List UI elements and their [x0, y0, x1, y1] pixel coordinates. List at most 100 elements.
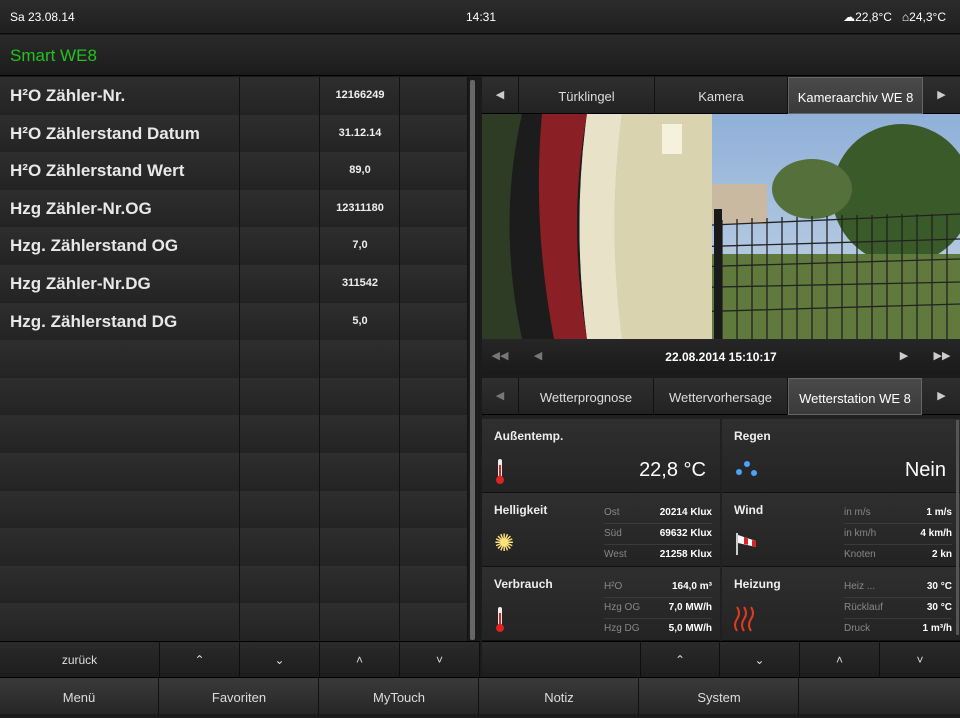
status-time: 14:31: [466, 10, 497, 24]
list-item: [0, 565, 468, 604]
tab-next-button[interactable]: ▶: [923, 77, 960, 114]
consumption-water: H²O 164,0 m³: [604, 577, 712, 598]
mytouch-button[interactable]: MyTouch: [320, 678, 479, 715]
list-item-label: Hzg Zähler-Nr.DG: [10, 274, 151, 293]
list-item[interactable]: Hzg Zähler-Nr.OG 12311180: [0, 189, 468, 228]
tab-kamera[interactable]: Kamera: [655, 77, 788, 114]
last-image-button[interactable]: ▶▶: [924, 339, 960, 374]
list-item[interactable]: Hzg. Zählerstand DG 5,0: [0, 302, 468, 341]
list-item: [0, 415, 468, 454]
rain-card: Regen Nein: [722, 419, 960, 493]
tab-tuerklingel[interactable]: Türklingel: [518, 77, 655, 114]
rain-title: Regen: [734, 429, 771, 443]
favorites-button[interactable]: Favoriten: [160, 678, 319, 715]
scroll-up-button[interactable]: ˄: [320, 642, 400, 678]
wind-kmh: in km/h 4 km/h: [844, 524, 952, 545]
notes-button[interactable]: Notiz: [480, 678, 639, 715]
chevron-right-icon: ▶: [937, 390, 946, 402]
weather-cloud-icon: ☁: [843, 10, 856, 24]
right-scroll-up-button[interactable]: ˄: [800, 642, 880, 678]
list-item[interactable]: Hzg. Zählerstand OG 7,0: [0, 227, 468, 266]
back-button[interactable]: zurück: [0, 642, 160, 678]
brightness-title: Helligkeit: [494, 503, 548, 517]
tab-wetterprognose[interactable]: Wetterprognose: [518, 378, 654, 415]
scroll-down-button[interactable]: ˅: [400, 642, 480, 678]
weather-tab-prev-button[interactable]: ◀: [482, 378, 518, 415]
windsock-icon: [734, 531, 760, 560]
heating-flow: Heiz ... 30 °C: [844, 577, 952, 598]
list-item-value: 31.12.14: [338, 126, 382, 139]
page-down-fast-button[interactable]: ⌄: [240, 642, 320, 678]
heater-icon: [734, 605, 756, 638]
wind-title: Wind: [734, 503, 764, 517]
thermometer-icon: [494, 457, 506, 490]
camera-panel: ◀ Türklingel Kamera Kameraarchiv WE 8 ▶: [482, 77, 960, 374]
status-bar: Sa 23.08.14 14:31 ☁22,8°C ⌂24,3°C: [0, 0, 960, 34]
tab-wettervorhersage[interactable]: Wettervorhersage: [654, 378, 788, 415]
list-item[interactable]: H²O Zählerstand Datum 31.12.14: [0, 114, 468, 153]
list-item: [0, 490, 468, 529]
empty-menu-slot[interactable]: [800, 678, 960, 715]
meter-list: H²O Zähler-Nr. 12166249 H²O Zählerstand Da…: [0, 77, 468, 642]
list-item: [0, 528, 468, 567]
double-chevron-down-icon: ⌄: [754, 653, 765, 667]
list-item-value: 5,0: [352, 314, 368, 327]
inside-temp: ⌂24,3°C: [901, 10, 946, 24]
camera-controls: ◀◀ ◀ 22.08.2014 15:10:17 ▶ ▶▶: [482, 339, 960, 374]
weather-panel: ◀ Wetterprognose Wettervorhersage Wetter…: [482, 378, 960, 641]
list-item-value: 12166249: [335, 89, 385, 101]
chevron-up-icon: ˄: [835, 653, 843, 667]
brightness-east: Ost 20214 Klux: [604, 503, 712, 524]
consumption-card: Verbrauch H²O 164,0 m³ Hzg OG 7,0 MW/h Hzg…: [482, 567, 720, 641]
weather-scrollbar[interactable]: [956, 420, 959, 635]
list-item: [0, 603, 468, 642]
next-image-button[interactable]: ▶: [886, 339, 922, 374]
status-temps: ☁22,8°C ⌂24,3°C: [843, 10, 946, 24]
list-item-label: Hzg. Zählerstand DG: [10, 311, 178, 331]
list-item-label: H²O Zähler-Nr.: [10, 86, 126, 105]
wind-rows: in m/s 1 m/s in km/h 4 km/h Knoten 2 kn: [844, 503, 952, 566]
outside-temp-value: 22,8 °C: [639, 459, 706, 481]
brightness-card: Helligkeit ✺ Ost 20214 Klux Süd 69632 Klux…: [482, 493, 720, 567]
right-footer: ⌃ ⌄ ˄ ˅: [482, 641, 960, 678]
right-page-up-fast-button[interactable]: ⌃: [640, 642, 720, 678]
list-item[interactable]: Hzg Zähler-Nr.DG 311542: [0, 265, 468, 303]
chevron-down-icon: ˅: [916, 653, 924, 667]
heating-rows: Heiz ... 30 °C Rücklauf 30 °C Druck 1 m³/h: [844, 577, 952, 640]
list-item[interactable]: H²O Zählerstand Wert 89,0: [0, 152, 468, 191]
tab-prev-button[interactable]: ◀: [482, 77, 518, 114]
heating-return: Rücklauf 30 °C: [844, 598, 952, 619]
weather-tab-next-button[interactable]: ▶: [923, 378, 960, 415]
heating-pressure: Druck 1 m³/h: [844, 623, 952, 634]
status-date: Sa 23.08.14: [10, 10, 75, 24]
brightness-south: Süd 69632 Klux: [604, 524, 712, 545]
right-scroll-down-button[interactable]: ˅: [880, 642, 960, 678]
outside-temp: ☁22,8°C: [843, 10, 892, 24]
right-page-down-fast-button[interactable]: ⌄: [720, 642, 800, 678]
list-item-value: 311542: [341, 277, 379, 289]
list-item[interactable]: H²O Zähler-Nr. 12166249: [0, 77, 468, 115]
consumption-dg: Hzg DG 5,0 MW/h: [604, 623, 712, 634]
tab-wetterstation[interactable]: Wetterstation WE 8: [788, 378, 922, 415]
camera-image: [482, 114, 960, 339]
list-item-label: H²O Zählerstand Datum: [10, 123, 200, 143]
chevron-left-icon: ◀: [495, 390, 505, 402]
chevron-right-icon: ▶: [899, 350, 909, 362]
system-button[interactable]: System: [640, 678, 799, 715]
page-up-fast-button[interactable]: ⌃: [160, 642, 240, 678]
list-item-value: 89,0: [349, 164, 371, 177]
list-item-value: 12311180: [336, 201, 384, 214]
list-item-label: Hzg. Zählerstand OG: [10, 236, 179, 256]
left-footer: zurück ⌃ ⌄ ˄ ˅: [0, 641, 480, 678]
menu-button[interactable]: Menü: [0, 678, 159, 715]
consumption-rows: H²O 164,0 m³ Hzg OG 7,0 MW/h Hzg DG 5,0 MW/…: [604, 577, 712, 640]
weather-tabbar: ◀ Wetterprognose Wettervorhersage Wetter…: [482, 378, 960, 415]
tab-kameraarchiv[interactable]: Kameraarchiv WE 8: [788, 77, 923, 114]
heating-card: Heizung Heiz ... 30 °C Rücklauf 30 °C Druc…: [722, 567, 960, 641]
list-item-label: H²O Zählerstand Wert: [10, 161, 185, 181]
left-scrollbar[interactable]: [470, 80, 475, 640]
camera-snapshot: [482, 114, 960, 339]
double-chevron-up-icon: ⌃: [194, 653, 205, 667]
thermometer-icon: [494, 605, 506, 638]
double-chevron-up-icon: ⌃: [674, 653, 686, 667]
